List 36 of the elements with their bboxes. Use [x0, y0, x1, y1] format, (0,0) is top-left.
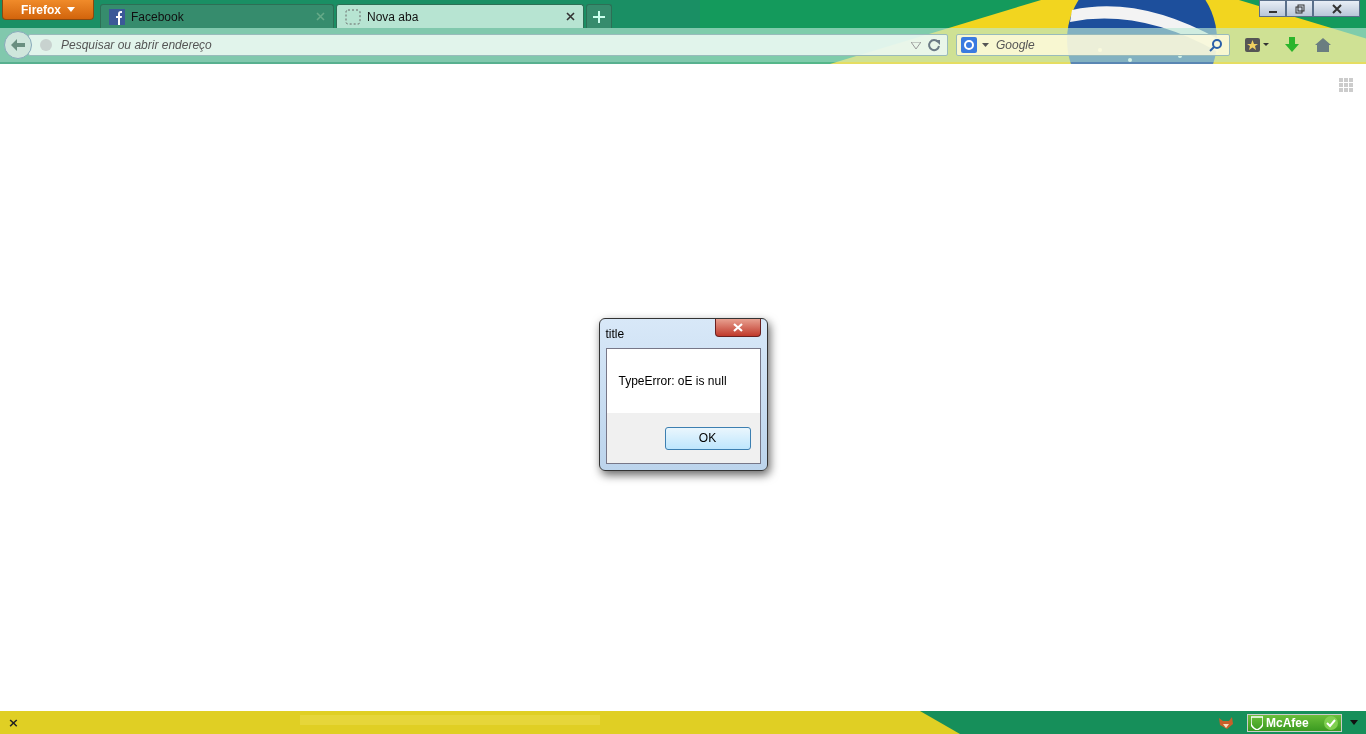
tab-title: Nova aba: [367, 9, 420, 24]
minimize-button[interactable]: [1259, 0, 1286, 17]
search-bar[interactable]: Google: [956, 34, 1230, 56]
caret-icon[interactable]: [982, 43, 989, 47]
address-input[interactable]: Pesquisar ou abrir endereço: [59, 37, 905, 53]
browser-tab[interactable]: Facebook: [100, 4, 334, 28]
home-icon[interactable]: [1314, 37, 1332, 53]
restore-icon: [1294, 3, 1305, 14]
f-logo-icon: [109, 8, 125, 25]
error-message: TypeError: oE is null: [618, 374, 727, 388]
caret-icon: [67, 7, 75, 12]
shield-icon: [1251, 715, 1263, 730]
close-icon[interactable]: [566, 12, 575, 21]
checkmark-icon: [1324, 715, 1338, 730]
bookmark-star-icon[interactable]: [1244, 37, 1270, 53]
browser-tab[interactable]: Nova aba: [336, 4, 584, 28]
ok-button[interactable]: OK: [664, 426, 751, 450]
close-icon: [732, 323, 743, 332]
close-button[interactable]: [714, 319, 761, 337]
plus-icon: [593, 10, 605, 23]
reload-icon[interactable]: [927, 38, 941, 52]
close-icon[interactable]: ×: [8, 715, 19, 730]
minimize-icon: [1268, 10, 1277, 13]
back-arrow-icon: [11, 39, 25, 51]
search-icon[interactable]: [1209, 38, 1223, 52]
badge-label: McAfee: [1266, 715, 1310, 730]
tab-title: Facebook: [131, 9, 185, 24]
close-button[interactable]: [1313, 0, 1360, 17]
search-input[interactable]: Google: [994, 37, 1204, 53]
address-bar[interactable]: Pesquisar ou abrir endereço: [28, 34, 948, 56]
dialog-title: title: [605, 326, 625, 341]
caret-icon[interactable]: [1350, 720, 1358, 725]
new-tab-button[interactable]: [586, 4, 612, 28]
close-icon: [1331, 3, 1342, 14]
restore-button[interactable]: [1286, 0, 1313, 17]
dashed-square-icon: [345, 8, 361, 25]
